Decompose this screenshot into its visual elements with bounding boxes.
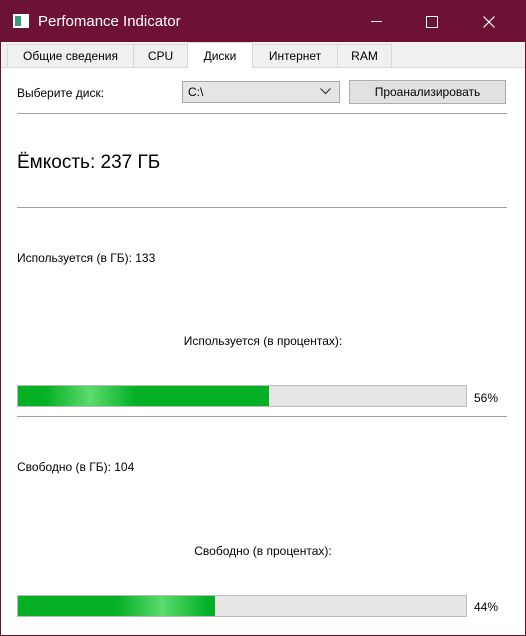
- used-percent-text: 56%: [474, 391, 499, 405]
- used-percent-label: Используется (в процентах):: [183, 334, 343, 348]
- tab-ram[interactable]: RAM: [337, 44, 392, 67]
- used-progress-bar: [17, 385, 467, 407]
- maximize-icon: [426, 15, 438, 28]
- app-icon: [13, 14, 29, 28]
- app-window: Perfomance Indicator Общие сведения CPU …: [0, 0, 526, 636]
- tab-internet[interactable]: Интернет: [252, 44, 338, 67]
- maximize-button[interactable]: [409, 1, 455, 42]
- close-button[interactable]: [466, 1, 512, 42]
- minimize-icon: [370, 21, 382, 22]
- free-percent-label: Свободно (в процентах):: [194, 544, 332, 558]
- free-progress-bar: [17, 595, 467, 617]
- disk-select-value: C:\: [188, 85, 204, 99]
- title-bar[interactable]: Perfomance Indicator: [1, 1, 525, 42]
- divider: [17, 207, 507, 208]
- analyze-button[interactable]: Проанализировать: [349, 80, 506, 104]
- divider: [17, 416, 507, 417]
- disk-select-label: Выберите диск:: [17, 86, 105, 100]
- capacity-text: Ёмкость: 237 ГБ: [17, 152, 161, 173]
- window-title: Perfomance Indicator: [38, 13, 181, 30]
- tab-disks[interactable]: Диски: [187, 42, 253, 68]
- free-percent-text: 44%: [474, 600, 499, 614]
- disk-select[interactable]: C:\: [182, 81, 340, 103]
- free-gb-text: Свободно (в ГБ): 104: [17, 460, 135, 474]
- close-icon: [483, 15, 495, 28]
- chevron-down-icon: [320, 88, 331, 95]
- minimize-button[interactable]: [353, 1, 399, 42]
- tab-general[interactable]: Общие сведения: [7, 44, 134, 67]
- used-gb-text: Используется (в ГБ): 133: [17, 251, 156, 265]
- divider: [17, 113, 507, 114]
- tab-cpu[interactable]: CPU: [133, 44, 188, 67]
